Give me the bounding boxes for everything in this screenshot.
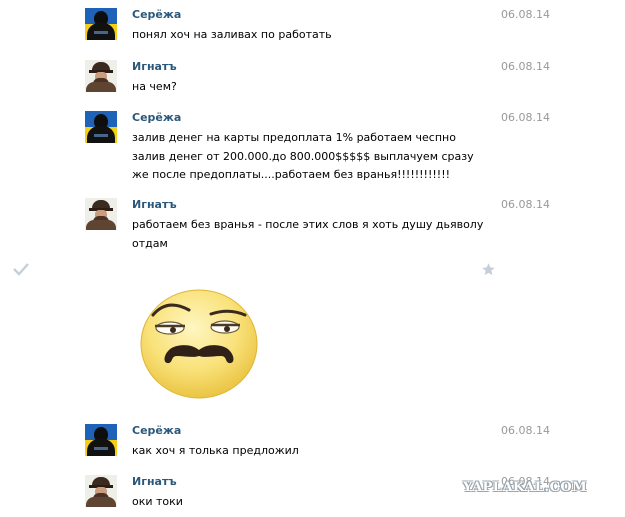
message-text: как хоч я толька предложил <box>132 444 299 457</box>
message-row: Игнатъ 06.08.14 на чем? <box>85 60 555 93</box>
message-date[interactable]: 06.08.14 <box>501 198 550 211</box>
message-author[interactable]: Серёжа <box>132 424 181 437</box>
avatar[interactable] <box>85 60 117 92</box>
check-icon[interactable] <box>13 262 29 279</box>
watermark: YAPLAKAL.COM <box>463 480 588 495</box>
message-text: понял хоч на заливах по работать <box>132 28 332 41</box>
message-author[interactable]: Серёжа <box>132 8 181 21</box>
message-author[interactable]: Игнатъ <box>132 475 177 488</box>
message-author[interactable]: Серёжа <box>132 111 181 124</box>
message-author[interactable]: Игнатъ <box>132 60 177 73</box>
mustache-smiley-sticker[interactable] <box>135 288 265 407</box>
message-row: Серёжа 06.08.14 залив денег на карты пре… <box>85 111 555 181</box>
avatar[interactable] <box>85 475 117 507</box>
message-row: Серёжа 06.08.14 как хоч я толька предлож… <box>85 424 555 457</box>
star-icon[interactable] <box>481 262 496 280</box>
avatar[interactable] <box>85 111 117 143</box>
avatar[interactable] <box>85 424 117 456</box>
message-text: залив денег на карты предоплата 1% работ… <box>132 131 474 181</box>
message-row: Игнатъ 06.08.14 работаем без вранья - по… <box>85 198 555 250</box>
avatar[interactable] <box>85 198 117 230</box>
message-date[interactable]: 06.08.14 <box>501 111 550 124</box>
message-row: Серёжа 06.08.14 понял хоч на заливах по … <box>85 8 555 41</box>
message-text: на чем? <box>132 80 177 93</box>
message-text: работаем без вранья - после этих слов я … <box>132 218 484 250</box>
message-text: оки токи <box>132 495 183 508</box>
message-author[interactable]: Игнатъ <box>132 198 177 211</box>
message-date[interactable]: 06.08.14 <box>501 60 550 73</box>
message-date[interactable]: 06.08.14 <box>501 8 550 21</box>
message-date[interactable]: 06.08.14 <box>501 424 550 437</box>
avatar[interactable] <box>85 8 117 40</box>
